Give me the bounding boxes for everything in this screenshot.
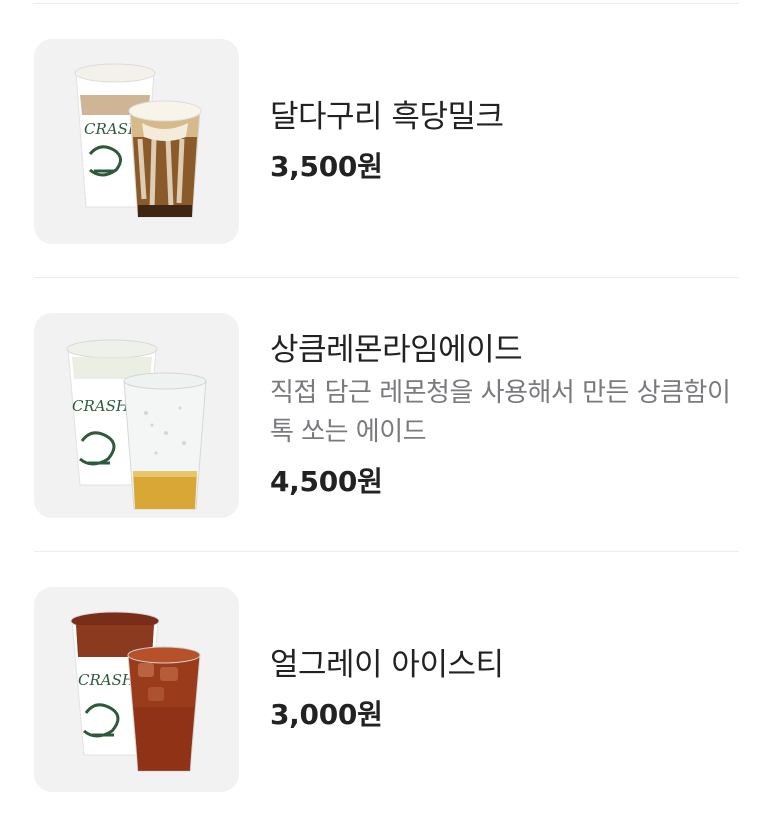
cup-logo-text: CRASH xyxy=(72,397,130,415)
menu-item-lemon-lime-ade[interactable]: CRASH 상큼레몬라임에이드 직접 담근 레몬청을 사용해서 만든 상큼함이 … xyxy=(0,278,773,552)
black-sugar-milk-drink-image: CRASH xyxy=(34,39,239,244)
menu-item-name: 상큼레몬라임에이드 xyxy=(270,331,523,368)
menu-item-price: 3,500원 xyxy=(270,149,383,183)
menu-item-info: 달다구리 흑당밀크 3,500원 xyxy=(270,4,739,244)
menu-item-info: 상큼레몬라임에이드 직접 담근 레몬청을 사용해서 만든 상큼함이 톡 쏘는 에… xyxy=(270,278,739,518)
menu-item-price: 4,500원 xyxy=(270,464,383,498)
menu-item-black-sugar-milk[interactable]: CRASH 달다구리 흑당밀크 3,500원 xyxy=(0,4,773,278)
cup-logo-text: CRASH xyxy=(78,671,136,689)
menu-item-description: 직접 담근 레몬청을 사용해서 만든 상큼함이 톡 쏘는 에이드 xyxy=(270,377,731,447)
lemon-lime-ade-drink-image: CRASH xyxy=(34,313,239,518)
earl-grey-iced-tea-drink-image: CRASH xyxy=(34,587,239,792)
menu-item-name: 얼그레이 아이스티 xyxy=(270,646,504,683)
menu-item-name: 달다구리 흑당밀크 xyxy=(270,98,504,135)
menu-item-info: 얼그레이 아이스티 3,000원 xyxy=(270,552,739,792)
menu-item-earl-grey-iced-tea[interactable]: CRASH 얼그레이 아이스티 3,000원 xyxy=(0,552,773,817)
menu-item-price: 3,000원 xyxy=(270,697,383,731)
menu-list: CRASH 달다구리 흑당밀크 3,500원 CRASH 상큼레몬라임에이드 직… xyxy=(0,0,773,817)
